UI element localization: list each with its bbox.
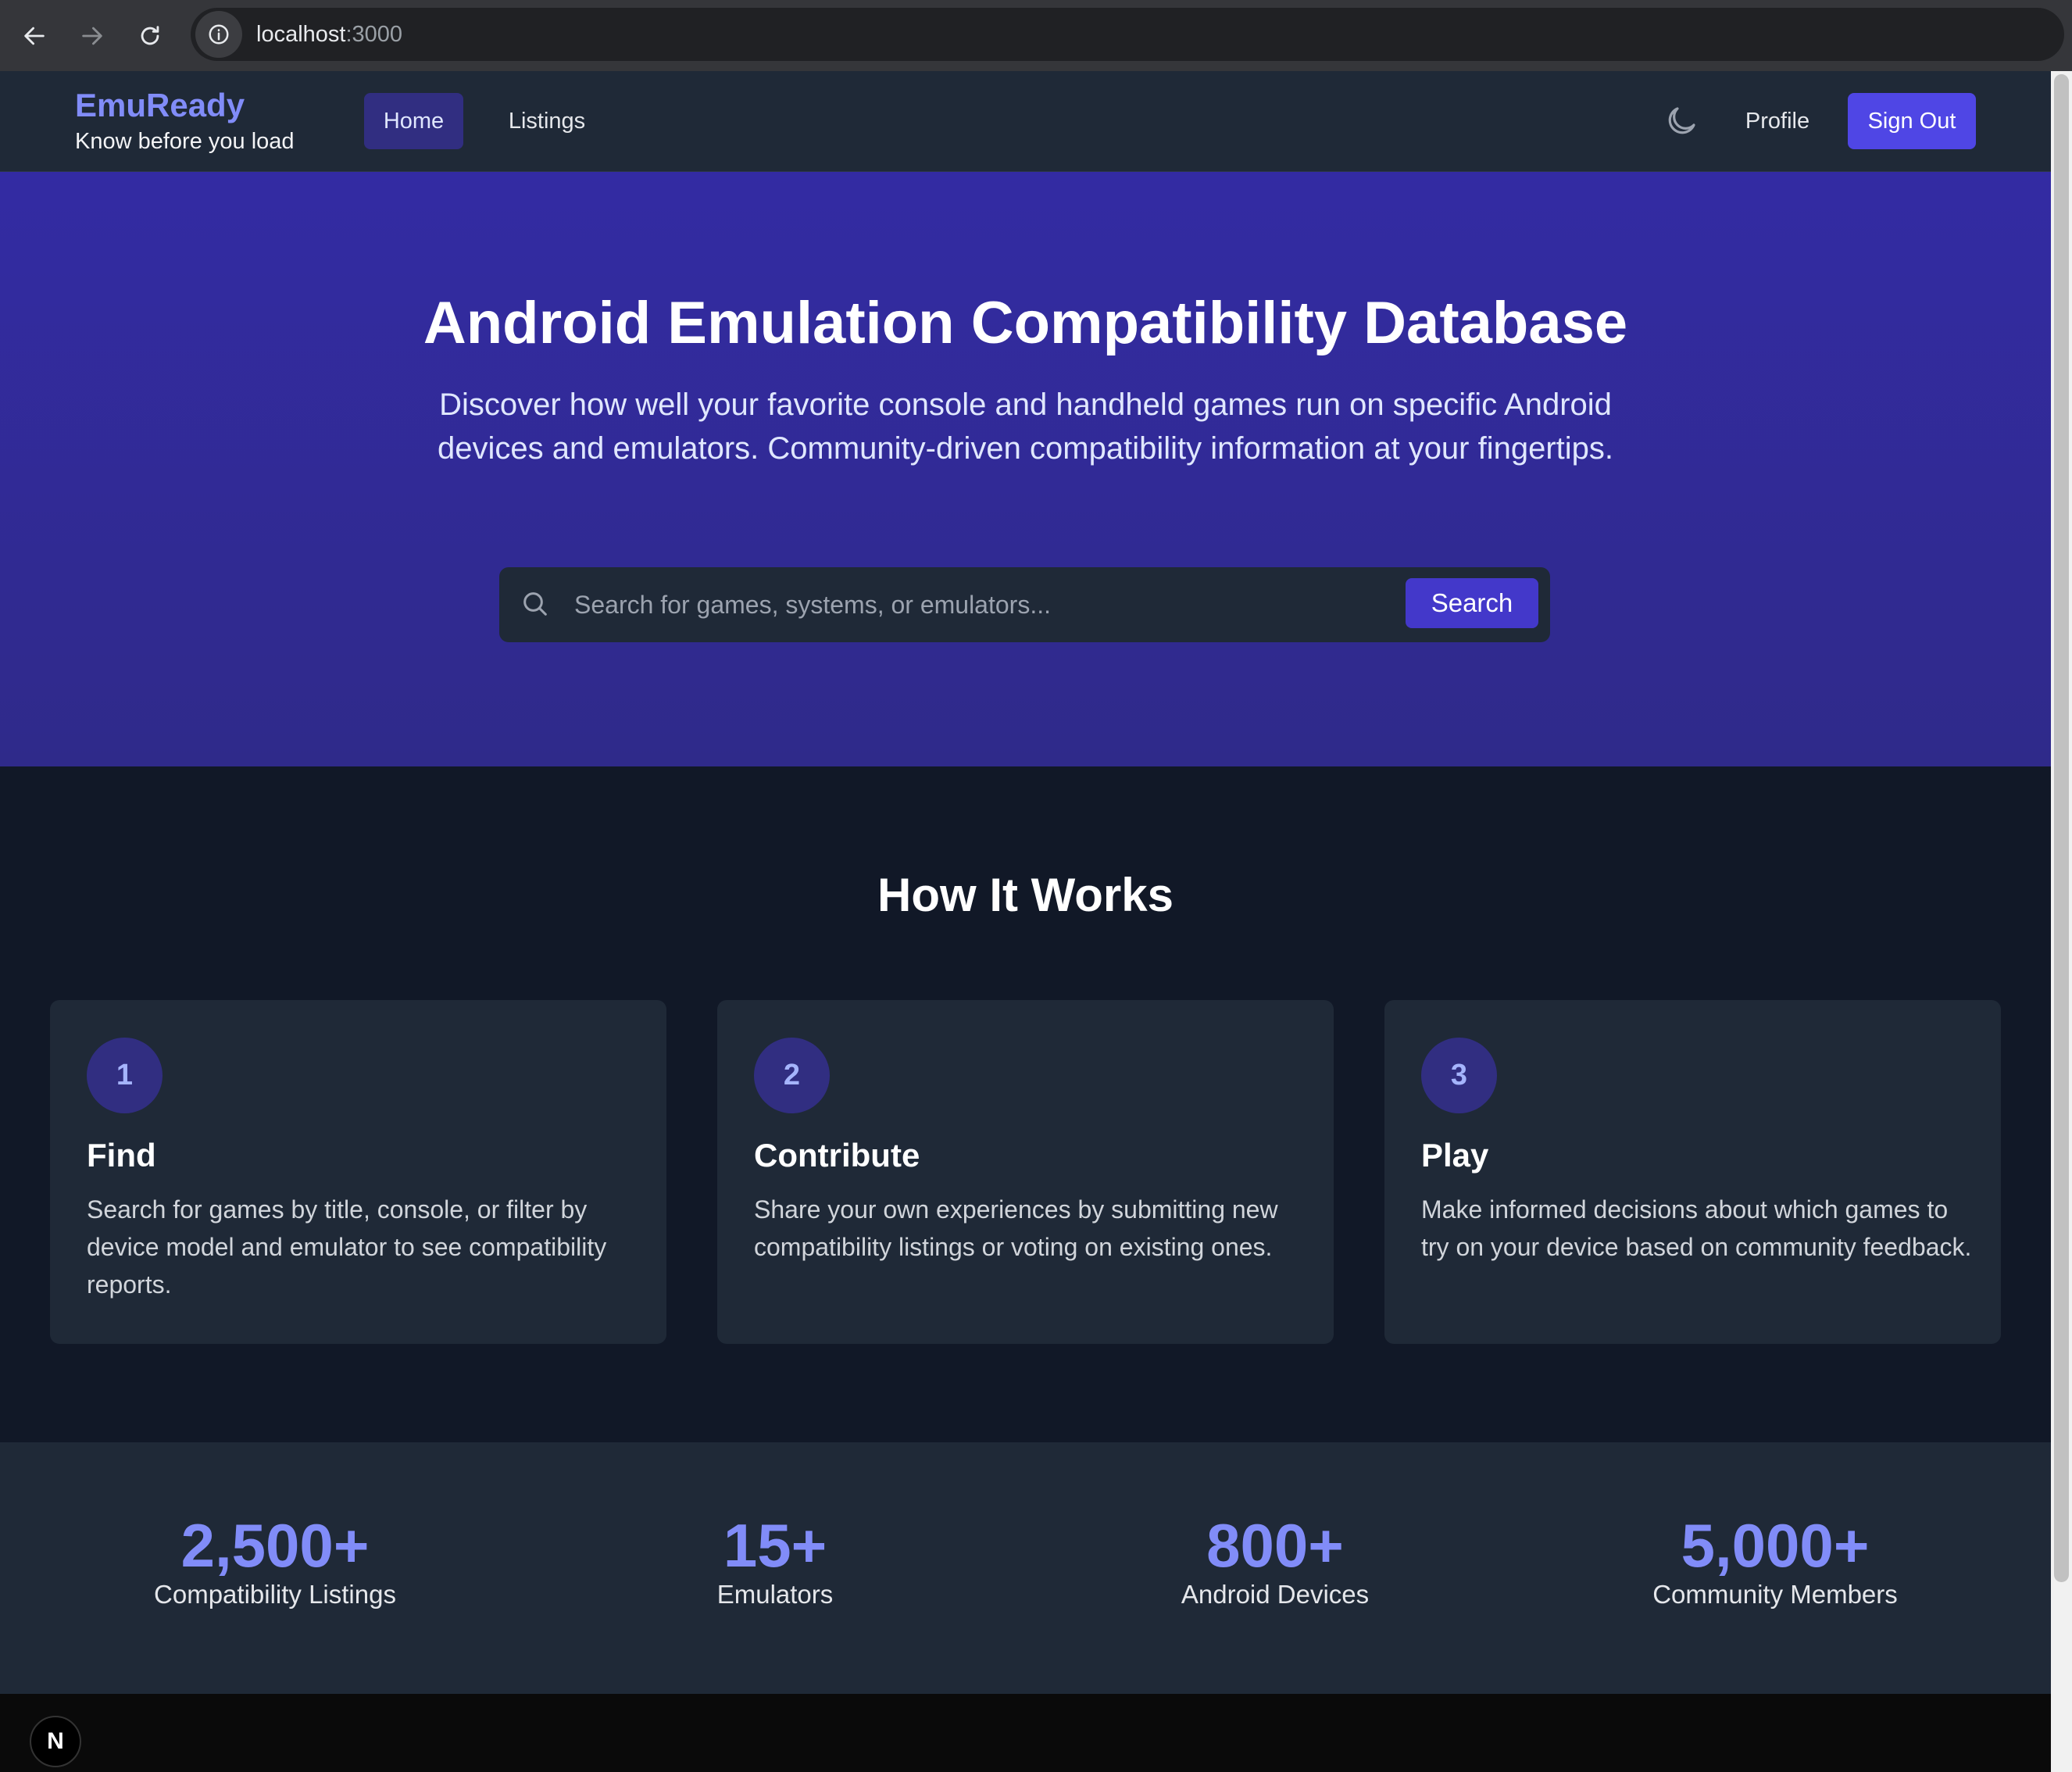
url-port: :3000 [345, 21, 403, 47]
stat-emulators: 15+ Emulators [525, 1514, 1025, 1609]
stat-label: Emulators [716, 1580, 834, 1609]
page-viewport: EmuReady Know before you load Home Listi… [0, 71, 2051, 1772]
how-it-works-section: How It Works 1 Find Search for games by … [0, 766, 2051, 1442]
hero-subtitle: Discover how well your favorite console … [437, 388, 1614, 466]
stat-label: Android Devices [1181, 1580, 1370, 1609]
nextjs-dev-badge[interactable]: N [30, 1716, 81, 1767]
step-number: 1 [87, 1038, 163, 1113]
address-url: localhost:3000 [256, 22, 402, 48]
brand-name: EmuReady [75, 87, 245, 123]
hero-section: Android Emulation Compatibility Database… [0, 172, 2051, 766]
stats-section: 2,500+ Compatibility Listings 15+ Emulat… [0, 1442, 2051, 1694]
step-title: Contribute [754, 1137, 920, 1174]
step-number: 2 [754, 1038, 830, 1113]
arrow-right-icon [82, 27, 102, 45]
forward-button[interactable] [69, 13, 116, 59]
nav-home[interactable]: Home [364, 93, 463, 149]
search-input[interactable] [574, 581, 1356, 628]
search-icon [523, 592, 547, 616]
step-card-play: 3 Play Make informed decisions about whi… [1384, 1000, 2001, 1344]
stat-value: 5,000+ [1681, 1511, 1870, 1580]
page-scrollbar[interactable] [2051, 71, 2072, 1772]
step-card-contribute: 2 Contribute Share your own experiences … [717, 1000, 1334, 1344]
url-host: localhost [256, 21, 346, 47]
site-info-icon[interactable] [195, 11, 242, 58]
scrollbar-thumb[interactable] [2054, 74, 2069, 1582]
stat-value: 800+ [1206, 1511, 1344, 1580]
app-header: EmuReady Know before you load Home Listi… [0, 71, 2051, 172]
moon-icon [1668, 107, 1695, 134]
sign-out-button[interactable]: Sign Out [1848, 93, 1976, 149]
step-card-find: 1 Find Search for games by title, consol… [50, 1000, 666, 1344]
search-button[interactable]: Search [1406, 578, 1538, 628]
stat-value: 2,500+ [180, 1511, 370, 1580]
nav-listings[interactable]: Listings [500, 93, 594, 149]
reload-icon [141, 25, 159, 45]
stat-label: Community Members [1652, 1580, 1898, 1609]
step-description: Make informed decisions about which game… [1421, 1195, 1972, 1261]
stat-value: 15+ [723, 1511, 827, 1580]
reload-button[interactable] [127, 13, 173, 59]
footer-strip: N [0, 1694, 2051, 1772]
step-description: Share your own experiences by submitting… [754, 1195, 1278, 1261]
hero-title: Android Emulation Compatibility Database [423, 290, 1628, 356]
step-number: 3 [1421, 1038, 1497, 1113]
theme-toggle-button[interactable] [1658, 98, 1705, 145]
section-title: How It Works [877, 869, 1174, 921]
stat-label: Compatibility Listings [154, 1580, 396, 1609]
arrow-left-icon [24, 27, 45, 45]
stat-members: 5,000+ Community Members [1525, 1514, 2025, 1609]
search-bar: Search [499, 567, 1550, 642]
step-title: Play [1421, 1137, 1489, 1174]
back-button[interactable] [11, 13, 58, 59]
stat-listings: 2,500+ Compatibility Listings [25, 1514, 525, 1609]
profile-link[interactable]: Profile [1734, 93, 1820, 149]
brand-tagline: Know before you load [75, 129, 295, 154]
stat-devices: 800+ Android Devices [1025, 1514, 1525, 1609]
step-description: Search for games by title, console, or f… [87, 1195, 607, 1299]
browser-toolbar: localhost:3000 [0, 0, 2072, 71]
address-bar[interactable]: localhost:3000 [191, 8, 2064, 61]
step-title: Find [87, 1137, 156, 1174]
brand[interactable]: EmuReady Know before you load [75, 87, 295, 155]
